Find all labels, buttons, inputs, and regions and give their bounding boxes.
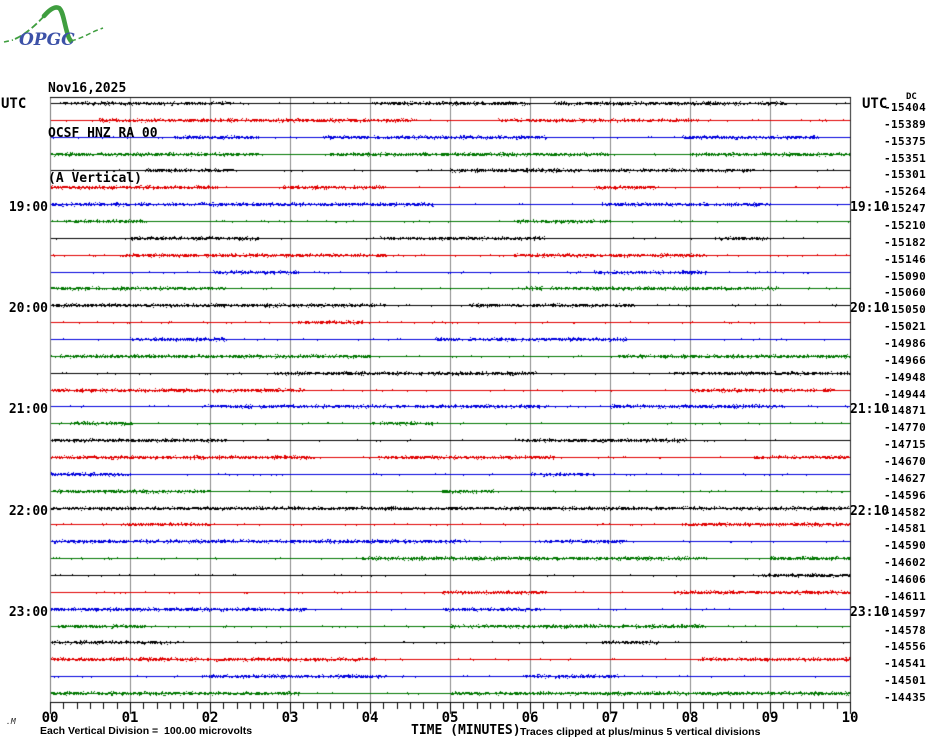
hour-label-left: 20:00 — [8, 301, 48, 316]
dc-value: -15210 — [884, 219, 927, 232]
x-axis-title: TIME (MINUTES) — [411, 723, 521, 738]
minute-tick-label: 02 — [201, 710, 219, 726]
dc-value: -14606 — [884, 573, 927, 586]
header-station: OCSF HNZ RA 00 — [48, 126, 158, 141]
dc-value: -14944 — [884, 388, 927, 401]
minute-tick-label: 04 — [361, 710, 379, 726]
dc-value: -14611 — [884, 590, 927, 603]
dc-value: -15375 — [884, 135, 927, 148]
clip-note: Traces clipped at plus/minus 5 vertical … — [520, 726, 761, 738]
header-channel: (A Vertical) — [48, 171, 142, 186]
minute-tick-label: 09 — [761, 710, 779, 726]
corner-mark: .M — [6, 717, 16, 726]
dc-value: -14590 — [884, 539, 927, 552]
dc-value: -14670 — [884, 455, 927, 468]
dc-value: -14581 — [884, 522, 927, 535]
dc-value: -15060 — [884, 286, 927, 299]
minute-tick-label: 10 — [841, 710, 859, 726]
dc-value: -15351 — [884, 152, 927, 165]
dc-value: -15389 — [884, 118, 927, 131]
dc-value: -14602 — [884, 556, 927, 569]
header-block: Nov16,2025 OCSF HNZ RA 00 (A Vertical) — [48, 51, 158, 201]
logo-curve-left-dash — [3, 39, 14, 43]
hour-label-left: 19:00 — [8, 200, 48, 215]
dc-value: -14596 — [884, 489, 927, 502]
dc-value: -14986 — [884, 337, 927, 350]
dc-value: -15021 — [884, 320, 927, 333]
dc-value: -15404 — [884, 101, 927, 114]
minute-tick-label: 01 — [121, 710, 139, 726]
dc-value: -14578 — [884, 624, 927, 637]
dc-value: -15146 — [884, 253, 927, 266]
opgc-logo: OPGC — [3, 5, 104, 50]
vertical-division-note: Each Vertical Division = 100.00 microvol… — [40, 725, 253, 737]
dc-value: -14627 — [884, 472, 927, 485]
dc-value: -15264 — [884, 185, 927, 198]
dc-value: -15090 — [884, 270, 927, 283]
hour-label-left: 22:00 — [8, 504, 48, 519]
dc-value: -14541 — [884, 657, 927, 670]
minute-tick-label: 00 — [41, 710, 59, 726]
minute-tick-label: 03 — [281, 710, 299, 726]
dc-value: -15301 — [884, 168, 927, 181]
dc-value: -14770 — [884, 421, 927, 434]
dc-value: -15050 — [884, 303, 927, 316]
dc-value: -14597 — [884, 607, 927, 620]
dc-value: -14948 — [884, 371, 927, 384]
helicorder-page: { "logo": { "text": "OPGC", "text_color"… — [0, 0, 930, 744]
header-date: Nov16,2025 — [48, 81, 127, 96]
dc-value: -14582 — [884, 506, 927, 519]
minute-tick-label: 07 — [601, 710, 619, 726]
dc-value: -14871 — [884, 404, 927, 417]
dc-value: -14556 — [884, 640, 927, 653]
dc-value: -15182 — [884, 236, 927, 249]
logo-curve-tail-dash — [70, 27, 104, 42]
dc-value: -15247 — [884, 202, 927, 215]
minute-tick-label: 08 — [681, 710, 699, 726]
dc-value: -14435 — [884, 691, 927, 704]
hour-label-left: 21:00 — [8, 402, 48, 417]
dc-value: -14715 — [884, 438, 927, 451]
dc-value: -14501 — [884, 674, 927, 687]
utc-title-left: UTC — [1, 96, 27, 112]
hour-label-left: 23:00 — [8, 605, 48, 620]
dc-value: -14966 — [884, 354, 927, 367]
logo-text: OPGC — [19, 30, 75, 50]
